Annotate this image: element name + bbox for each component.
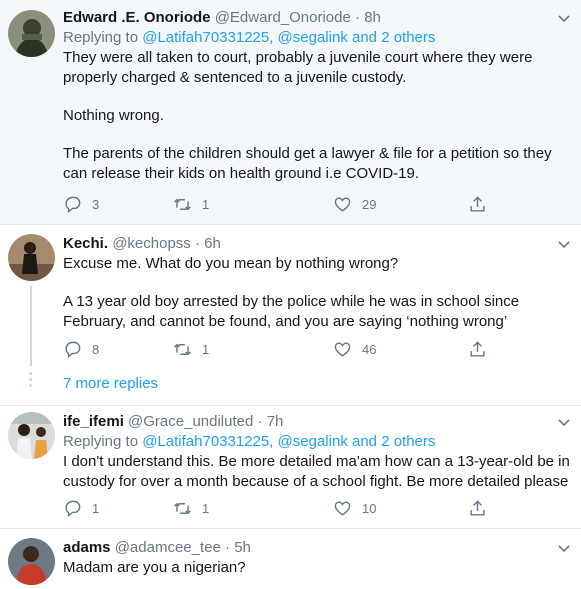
tweet-header: ife_ifemi @Grace_undiluted · 7h [63, 412, 573, 432]
reply-button[interactable]: 1 [63, 499, 99, 518]
user-handle[interactable]: @Edward_Onoriode [215, 9, 351, 26]
reply-button[interactable]: 8 [63, 340, 99, 359]
like-button[interactable]: 29 [333, 195, 376, 214]
more-replies-link[interactable]: 7 more replies [63, 374, 158, 394]
heart-icon [334, 197, 351, 212]
retweet-icon [174, 343, 191, 356]
tweet-header: Edward .E. Onoriode @Edward_Onoriode · 8… [63, 8, 573, 28]
separator-dot: · [257, 413, 263, 430]
tweet-header: adams @adamcee_tee · 5h [63, 538, 573, 558]
avatar[interactable] [8, 412, 55, 459]
tweet-text: They were all taken to court, probably a… [63, 48, 573, 184]
replying-to-others[interactable]: and 2 others [352, 433, 435, 450]
retweet-icon [174, 198, 191, 211]
separator-dot: · [225, 539, 231, 556]
reply-icon [65, 196, 81, 214]
share-button[interactable] [468, 195, 497, 214]
display-name[interactable]: adams [63, 539, 111, 556]
retweet-button[interactable]: 1 [173, 499, 209, 518]
replying-to-label: Replying to [63, 29, 139, 46]
timestamp[interactable]: 7h [267, 413, 284, 430]
retweet-icon [174, 502, 191, 515]
avatar[interactable] [8, 234, 55, 281]
share-icon [470, 341, 485, 357]
retweet-count: 1 [202, 197, 210, 212]
tweet-header: Kechi. @kechopss · 6h [63, 234, 573, 254]
separator-dot: · [355, 9, 361, 26]
heart-icon [334, 501, 351, 516]
like-count: 46 [362, 342, 377, 357]
reply-button[interactable]: 3 [63, 195, 99, 214]
share-button[interactable] [468, 340, 497, 359]
tweet[interactable]: adams @adamcee_tee · 5h Madam are you a … [0, 530, 581, 589]
thread-line [30, 286, 32, 366]
timestamp[interactable]: 5h [234, 539, 251, 556]
retweet-button[interactable]: 1 [173, 340, 209, 359]
user-handle[interactable]: @Grace_undiluted [128, 413, 253, 430]
separator-dot: · [194, 235, 200, 252]
replying-to-users[interactable]: @Latifah70331225, @segalink [142, 433, 348, 450]
chevron-down-icon[interactable] [557, 12, 571, 26]
replying-to: Replying to @Latifah70331225, @segalink … [63, 432, 573, 452]
tweet[interactable]: Kechi. @kechopss · 6h Excuse me. What do… [0, 226, 581, 408]
tweet[interactable]: ife_ifemi @Grace_undiluted · 7h Replying… [0, 406, 581, 529]
reply-count: 8 [92, 342, 100, 357]
tweet-text: I don't understand this. Be more detaile… [63, 452, 573, 492]
chevron-down-icon[interactable] [557, 238, 571, 252]
replying-to-users[interactable]: @Latifah70331225, @segalink [142, 29, 348, 46]
retweet-count: 1 [202, 342, 210, 357]
reply-icon [65, 500, 81, 518]
display-name[interactable]: Edward .E. Onoriode [63, 9, 211, 26]
like-button[interactable]: 46 [333, 340, 376, 359]
chevron-down-icon[interactable] [557, 416, 571, 430]
heart-icon [334, 342, 351, 357]
tweet[interactable]: Edward .E. Onoriode @Edward_Onoriode · 8… [0, 0, 581, 225]
like-count: 10 [362, 501, 377, 516]
timestamp[interactable]: 8h [364, 9, 381, 26]
display-name[interactable]: ife_ifemi [63, 413, 124, 430]
tweet-paragraph: I don't understand this. Be more detaile… [63, 453, 570, 490]
tweet-paragraph: Nothing wrong. [63, 107, 164, 124]
retweet-count: 1 [202, 501, 210, 516]
share-icon [470, 196, 485, 212]
reply-count: 3 [92, 197, 100, 212]
share-button[interactable] [468, 499, 497, 518]
replying-to-others[interactable]: and 2 others [352, 29, 435, 46]
chevron-down-icon[interactable] [557, 542, 571, 556]
reply-icon [65, 341, 81, 359]
timestamp[interactable]: 6h [204, 235, 221, 252]
thread-dots [29, 372, 33, 390]
retweet-button[interactable]: 1 [173, 195, 209, 214]
avatar[interactable] [8, 10, 55, 57]
tweet-paragraph: The parents of the children should get a… [63, 145, 552, 182]
user-handle[interactable]: @kechopss [112, 235, 191, 252]
tweet-paragraph: They were all taken to court, probably a… [63, 49, 533, 86]
like-count: 29 [362, 197, 377, 212]
user-handle[interactable]: @adamcee_tee [115, 539, 221, 556]
share-icon [470, 500, 485, 516]
tweet-text: Excuse me. What do you mean by nothing w… [63, 254, 573, 332]
replying-to: Replying to @Latifah70331225, @segalink … [63, 28, 573, 48]
avatar[interactable] [8, 538, 55, 585]
tweet-paragraph: Excuse me. What do you mean by nothing w… [63, 255, 399, 272]
tweet-paragraph: Madam are you a nigerian? [63, 559, 246, 576]
like-button[interactable]: 10 [333, 499, 376, 518]
replying-to-label: Replying to [63, 433, 139, 450]
tweet-paragraph: A 13 year old boy arrested by the police… [63, 293, 520, 330]
display-name[interactable]: Kechi. [63, 235, 108, 252]
tweet-text: Madam are you a nigerian? [63, 558, 573, 578]
reply-count: 1 [92, 501, 100, 516]
